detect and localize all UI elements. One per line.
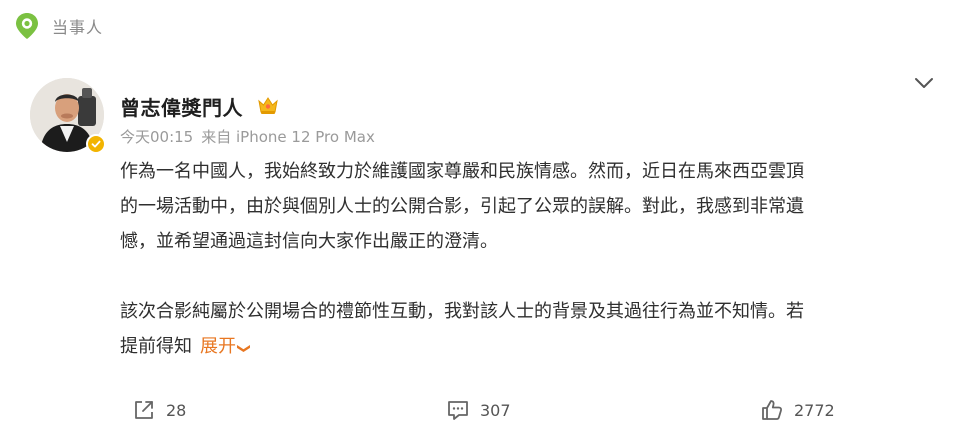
location-pin-icon xyxy=(16,13,38,39)
weibo-post: 曾志偉獎門人 今天00:15 来自 iPhone 12 Pro Max 作為一名… xyxy=(0,70,960,444)
post-meta: 今天00:15 来自 iPhone 12 Pro Max xyxy=(120,126,375,147)
vip-crown-icon xyxy=(258,97,278,114)
repost-icon xyxy=(135,401,153,419)
like-button[interactable]: 2772 xyxy=(760,398,835,422)
post-text-line: 作為一名中國人，我始終致力於維護國家尊嚴和民族情感。然而，近日在馬來西亞雲頂 xyxy=(120,161,804,182)
comment-icon xyxy=(448,401,468,420)
repost-count: 28 xyxy=(166,400,187,420)
topic-label: 当事人 xyxy=(52,18,104,37)
expand-arrow-icon: ❯ xyxy=(235,343,251,354)
topic-header[interactable]: 当事人 xyxy=(14,10,103,42)
chevron-down-icon[interactable] xyxy=(914,76,934,90)
username[interactable]: 曾志偉獎門人 xyxy=(120,92,243,121)
expand-link[interactable]: 展开❯ xyxy=(200,336,251,357)
post-text-line: 該次合影純屬於公開場合的禮節性互動，我對該人士的背景及其過往行為並不知情。若 xyxy=(120,301,804,322)
repost-button[interactable]: 28 xyxy=(132,398,186,422)
comment-count: 307 xyxy=(480,400,511,420)
post-source[interactable]: 来自 iPhone 12 Pro Max xyxy=(201,126,375,147)
thumbs-up-icon xyxy=(762,400,783,420)
like-count: 2772 xyxy=(794,400,835,420)
action-bar: 28 307 2772 xyxy=(0,398,960,428)
post-text-line: 憾，並希望通過這封信向大家作出嚴正的澄清。 xyxy=(120,231,498,252)
post-timestamp: 今天00:15 xyxy=(120,128,194,146)
avatar[interactable] xyxy=(30,78,108,156)
post-text-tail: 提前得知 xyxy=(120,336,192,357)
post-text-line: 的一場活動中，由於與個別人士的公開合影，引起了公眾的誤解。對此，我感到非常遺 xyxy=(120,196,804,217)
post-body: 作為一名中國人，我始終致力於維護國家尊嚴和民族情感。然而，近日在馬來西亞雲頂 的… xyxy=(120,154,920,366)
post-text-line-last: 提前得知 展开❯ xyxy=(120,329,920,366)
verified-icon xyxy=(86,134,106,154)
comment-button[interactable]: 307 xyxy=(446,398,511,422)
